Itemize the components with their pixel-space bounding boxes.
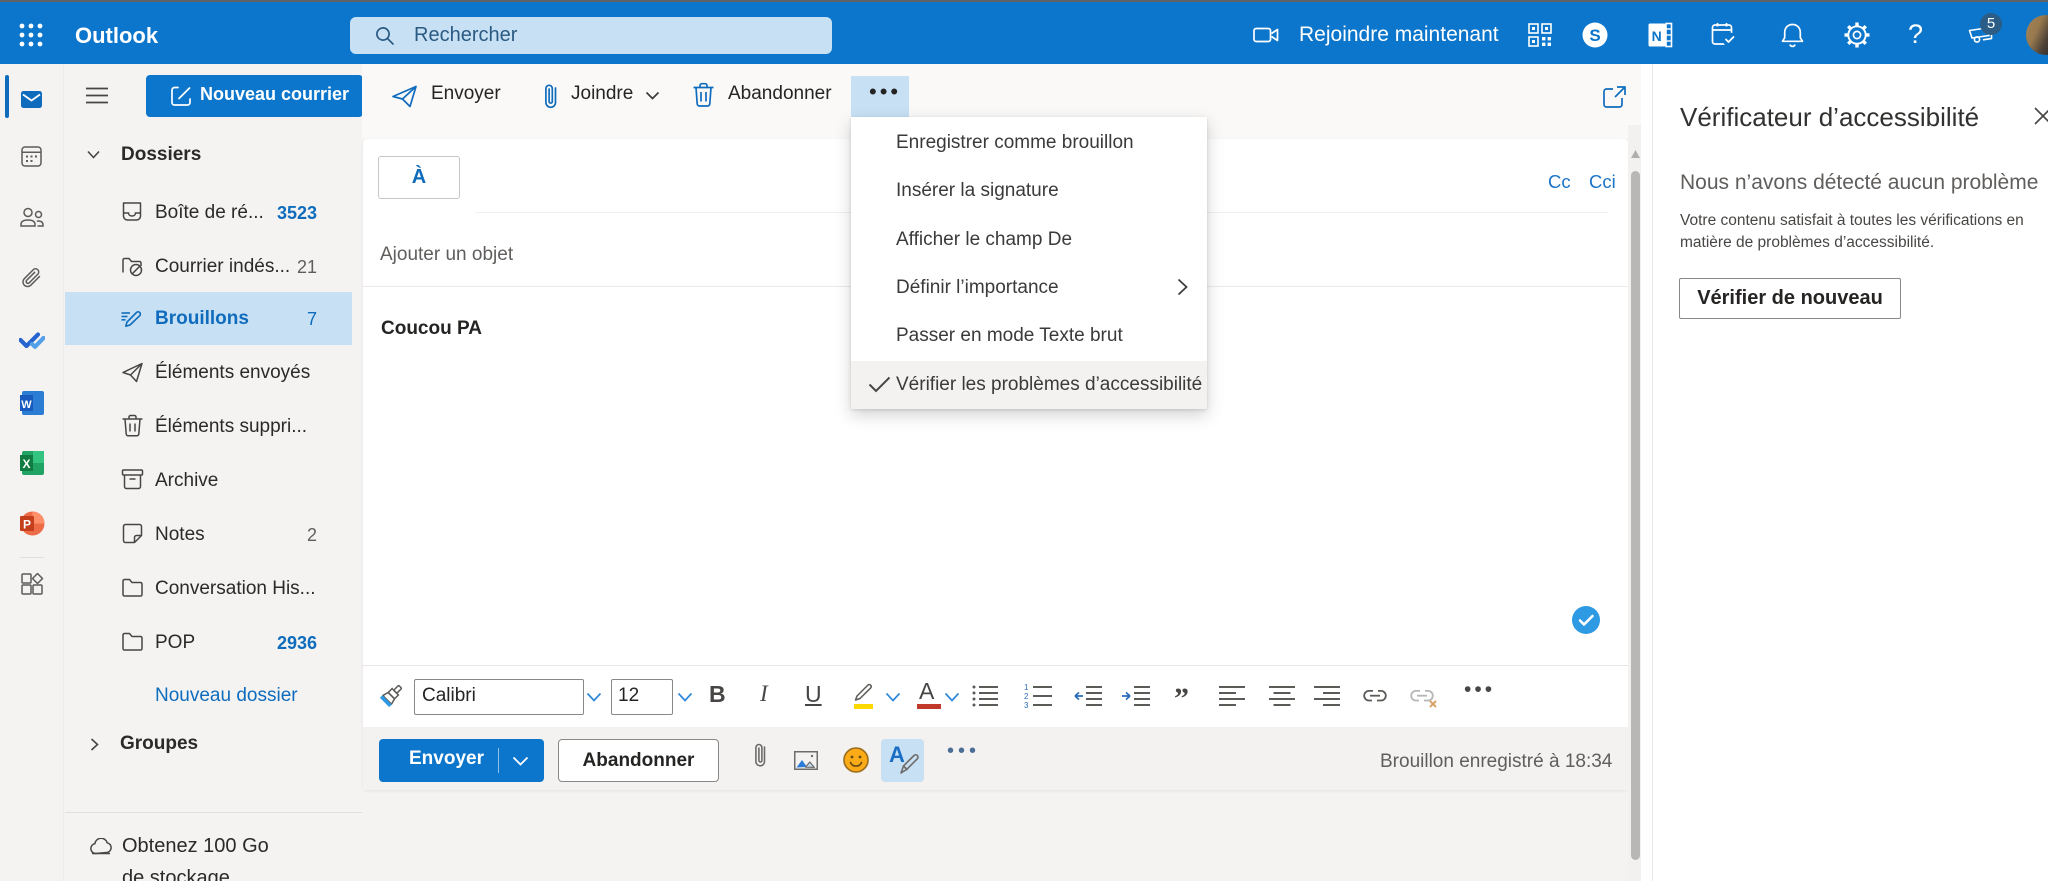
- svg-text:N: N: [1652, 28, 1662, 44]
- svg-text:P: P: [23, 518, 31, 532]
- svg-text:W: W: [21, 399, 32, 411]
- svg-text:2: 2: [1024, 692, 1029, 701]
- svg-text:1: 1: [1024, 684, 1029, 692]
- svg-text:3: 3: [1024, 701, 1029, 708]
- svg-text:X: X: [22, 457, 30, 471]
- svg-text:S: S: [1589, 26, 1600, 45]
